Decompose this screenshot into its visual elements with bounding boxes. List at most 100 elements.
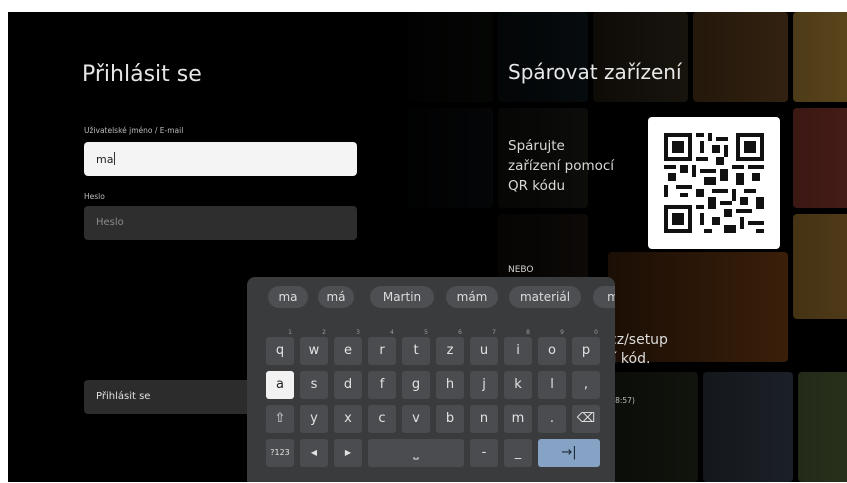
shift-key[interactable]: ⇧ [266,405,294,433]
backspace-icon: ⌫ [576,411,596,426]
key-dash[interactable]: - [470,439,498,467]
key-b[interactable]: b [436,405,464,433]
key-w[interactable]: w2 [300,329,328,365]
next-icon: →| [561,445,577,460]
key-a[interactable]: a [266,371,294,399]
login-button[interactable]: Přihlásit se [84,380,264,414]
suggestion-chip[interactable]: materiál [509,286,581,308]
key-label: i [516,343,520,358]
key-hint: 5 [424,329,428,336]
username-input[interactable]: ma [84,142,357,176]
username-value: ma [96,153,114,166]
key-label: n [479,411,489,426]
key-label: _ [514,445,522,460]
username-label: Uživatelské jméno / E-mail [84,126,184,135]
key-c[interactable]: c [368,405,396,433]
key-label: f [379,377,385,392]
key-label: z [446,343,454,358]
key-s[interactable]: s [300,371,328,399]
pairing-instruction: Spárujte zařízení pomocí QR kódu [508,138,615,194]
key-label: ?123 [270,448,290,457]
suggestion-chip[interactable]: ma [268,286,308,308]
key-label: . [549,411,555,426]
key-label: b [445,411,455,426]
key-label: a [276,377,284,392]
key-hint: 1 [288,329,292,336]
suggestion-chip[interactable]: Martin [370,286,434,308]
suggestion-chip[interactable]: m [593,286,615,308]
key-r[interactable]: r4 [368,329,396,365]
key-underscore[interactable]: _ [504,439,532,467]
key-label: , [583,377,589,392]
key-v[interactable]: v [402,405,430,433]
arrow-left-icon: ◀ [310,448,318,457]
key-label: s [310,377,318,392]
cursor-right-key[interactable]: ▶ [334,439,362,467]
key-u[interactable]: u7 [470,329,498,365]
key-hint: 3 [356,329,360,336]
qr-code [648,117,780,249]
key-y[interactable]: y [300,405,328,433]
key-label: y [310,411,318,426]
key-label: c [378,411,386,426]
space-key[interactable]: ⎵ [368,439,464,467]
suggestion-bar: ma má Martin mám materiál m [247,277,615,315]
suggestion-chip[interactable]: má [318,286,354,308]
key-e[interactable]: e3 [334,329,362,365]
key-g[interactable]: g [402,371,430,399]
login-button-label: Přihlásit se [96,391,151,402]
key-label: t [413,343,419,358]
key-q[interactable]: q1 [266,329,294,365]
text-caret [114,152,116,165]
key-p[interactable]: p0 [572,329,600,365]
key-label: w [308,343,320,358]
key-label: k [514,377,522,392]
on-screen-keyboard: ma má Martin mám materiál m q1 w2 e3 r4 … [247,277,615,482]
password-label: Heslo [84,192,105,201]
key-label: e [344,343,352,358]
key-t[interactable]: t5 [402,329,430,365]
key-label: v [412,411,420,426]
login-title: Přihlásit se [82,62,202,87]
key-label: q [275,343,285,358]
suggestion-chip[interactable]: mám [446,286,498,308]
key-o[interactable]: o9 [538,329,566,365]
key-hint: 8 [526,329,530,336]
key-hint: 7 [492,329,496,336]
symbols-key[interactable]: ?123 [266,439,294,467]
pairing-title: Spárovat zařízení [508,60,682,84]
key-label: d [343,377,353,392]
key-label: j [482,377,486,392]
key-label: l [550,377,554,392]
backspace-key[interactable]: ⌫ [572,405,600,433]
key-hint: 9 [560,329,564,336]
key-period[interactable]: . [538,405,566,433]
key-hint: 4 [390,329,394,336]
key-i[interactable]: i8 [504,329,532,365]
key-n[interactable]: n [470,405,498,433]
key-f[interactable]: f [368,371,396,399]
key-label: p [581,343,591,358]
key-hint: 0 [594,329,598,336]
cursor-left-key[interactable]: ◀ [300,439,328,467]
tv-screen: Přihlásit se Uživatelské jméno / E-mail … [8,12,847,482]
key-label: - [481,445,487,460]
key-label: g [411,377,421,392]
key-l[interactable]: l [538,371,566,399]
key-label: m [511,411,525,426]
key-z[interactable]: z6 [436,329,464,365]
key-d[interactable]: d [334,371,362,399]
key-label: x [344,411,352,426]
key-comma[interactable]: , [572,371,600,399]
key-label: o [548,343,556,358]
space-icon: ⎵ [413,445,419,460]
key-j[interactable]: j [470,371,498,399]
key-x[interactable]: x [334,405,362,433]
key-h[interactable]: h [436,371,464,399]
key-hint: 6 [458,329,462,336]
next-key[interactable]: →| [538,439,600,467]
password-input[interactable]: Heslo [84,206,357,240]
key-m[interactable]: m [504,405,532,433]
password-placeholder: Heslo [96,217,124,228]
key-k[interactable]: k [504,371,532,399]
